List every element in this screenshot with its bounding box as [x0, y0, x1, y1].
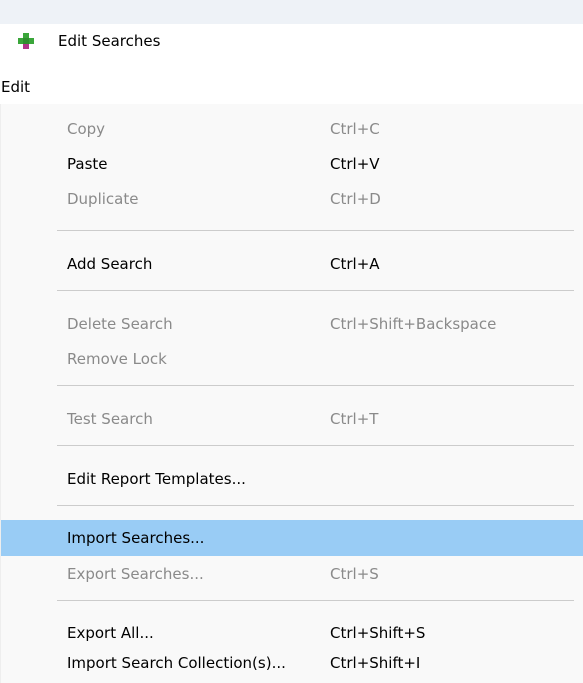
- menu-separator: [57, 230, 574, 231]
- window-title: Edit Searches: [58, 32, 161, 50]
- menu-item-import-searches[interactable]: Import Searches...: [1, 520, 583, 556]
- menu-item-label: Export All...: [67, 624, 154, 642]
- menu-item-shortcut: Ctrl+Shift+S: [330, 624, 426, 642]
- menu-item-remove-lock[interactable]: Remove Lock: [11, 341, 583, 377]
- menu-item-label: Duplicate: [67, 190, 139, 208]
- menu-item-shortcut: Ctrl+D: [330, 190, 381, 208]
- menu-separator: [57, 600, 574, 601]
- menu-separator: [57, 505, 574, 506]
- menu-edit[interactable]: Edit: [0, 77, 32, 97]
- menu-item-shortcut: Ctrl+S: [330, 565, 379, 583]
- menu-item-shortcut: Ctrl+V: [330, 155, 380, 173]
- menu-item-label: Edit Report Templates...: [67, 470, 246, 488]
- menu-item-shortcut: Ctrl+T: [330, 410, 379, 428]
- menu-item-label: Export Searches...: [67, 565, 204, 583]
- edit-dropdown-menu: Copy Ctrl+C Paste Ctrl+V Duplicate Ctrl+…: [0, 104, 583, 683]
- menu-item-label: Paste: [67, 155, 108, 173]
- menu-item-export-searches[interactable]: Export Searches... Ctrl+S: [11, 556, 583, 592]
- menu-item-label: Test Search: [67, 410, 153, 428]
- menu-separator: [57, 445, 574, 446]
- menu-item-label: Copy: [67, 120, 106, 138]
- menu-item-import-search-collections[interactable]: Import Search Collection(s)... Ctrl+Shif…: [11, 645, 583, 681]
- menu-item-copy[interactable]: Copy Ctrl+C: [11, 111, 583, 147]
- menu-item-label: Import Searches...: [67, 529, 205, 547]
- menu-item-shortcut: Ctrl+C: [330, 120, 380, 138]
- menu-item-label: Add Search: [67, 255, 153, 273]
- title-bar: Edit Searches: [0, 0, 583, 68]
- menu-item-edit-report-templates[interactable]: Edit Report Templates...: [11, 461, 583, 497]
- menu-item-duplicate[interactable]: Duplicate Ctrl+D: [11, 181, 583, 217]
- title-bar-top-strip: [0, 0, 583, 24]
- menu-item-add-search[interactable]: Add Search Ctrl+A: [11, 246, 583, 282]
- menu-item-paste[interactable]: Paste Ctrl+V: [11, 146, 583, 182]
- menu-separator: [57, 290, 574, 291]
- menu-item-test-search[interactable]: Test Search Ctrl+T: [11, 401, 583, 437]
- menu-item-shortcut: Ctrl+A: [330, 255, 380, 273]
- menu-item-shortcut: Ctrl+Shift+I: [330, 654, 421, 672]
- menu-item-delete-search[interactable]: Delete Search Ctrl+Shift+Backspace: [11, 306, 583, 342]
- app-cross-icon: [18, 33, 34, 49]
- menu-item-label: Import Search Collection(s)...: [67, 654, 286, 672]
- menu-bar: Edit: [0, 68, 583, 104]
- menu-item-shortcut: Ctrl+Shift+Backspace: [330, 315, 497, 333]
- menu-item-label: Remove Lock: [67, 350, 167, 368]
- menu-separator: [57, 385, 574, 386]
- menu-item-label: Delete Search: [67, 315, 173, 333]
